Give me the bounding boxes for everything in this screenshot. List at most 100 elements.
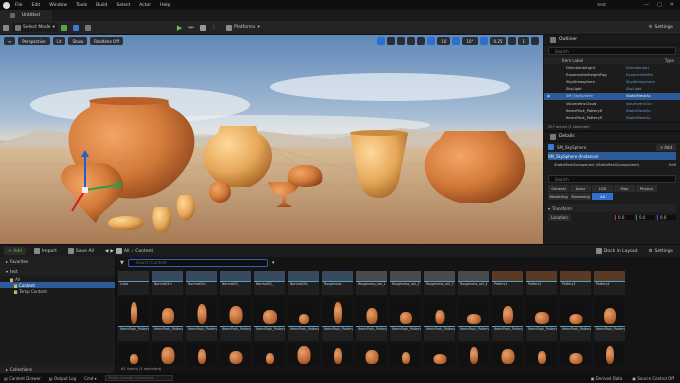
viewport-options-button[interactable]: ≡ <box>4 37 16 45</box>
asset-tile-static-mesh[interactable]: ItemsPack_Pottery13 <box>526 297 557 341</box>
cb-settings-button[interactable]: ⚙ Settings <box>645 247 676 256</box>
location-y-field[interactable]: 0.0 <box>636 214 655 220</box>
asset-tile-texture[interactable]: Pottery2 <box>526 271 557 295</box>
col-type[interactable]: Type <box>665 58 674 63</box>
pottery-small-round[interactable] <box>209 181 231 203</box>
close-button[interactable]: ✕ <box>670 2 674 8</box>
asset-tile-static-mesh[interactable] <box>186 343 217 366</box>
outliner-row[interactable]: SkyLight SkyLight <box>544 86 680 93</box>
rotation-snap-icon[interactable] <box>452 37 461 45</box>
asset-tile-texture[interactable]: Cube <box>118 271 149 295</box>
add-button[interactable]: + Add <box>4 247 26 255</box>
asset-tile-static-mesh[interactable]: ItemsPack_Pottery14 <box>560 297 591 341</box>
level-viewport[interactable]: ≡ Perspective Lit Show Realtime Off 10 1… <box>0 35 543 244</box>
camera-speed-icon[interactable] <box>508 37 517 45</box>
select-tool-icon[interactable] <box>377 37 386 45</box>
asset-tile-texture[interactable]: Roughness_roll_1 <box>356 271 387 295</box>
rotation-snap-value[interactable]: 10° <box>462 37 478 45</box>
cinematics-icon[interactable] <box>82 23 94 32</box>
component-row[interactable]: StaticMeshComponent (StaticMeshComponent… <box>548 161 676 169</box>
location-x-field[interactable]: 0.0 <box>615 214 634 220</box>
asset-tile-static-mesh[interactable] <box>254 343 285 366</box>
menu-select[interactable]: Select <box>116 3 130 8</box>
save-all-button[interactable]: Save All <box>65 247 97 256</box>
asset-tile-texture[interactable]: Normal03_ <box>254 271 285 295</box>
asset-tile-static-mesh[interactable] <box>560 343 591 366</box>
pottery-round-jar[interactable] <box>424 131 526 203</box>
transform-section[interactable]: ▾ Transform <box>548 204 676 212</box>
asset-tile-static-mesh[interactable]: ItemsPack_Pottery4 <box>220 297 251 341</box>
menu-help[interactable]: Help <box>160 3 170 8</box>
platforms-dropdown[interactable]: Platforms ▾ <box>223 23 263 32</box>
filter-dropdown-icon[interactable]: ▾ <box>272 260 275 266</box>
breadcrumb-all[interactable]: All <box>124 249 130 254</box>
rotate-tool-icon[interactable] <box>397 37 406 45</box>
perspective-button[interactable]: Perspective <box>18 37 50 45</box>
asset-tile-static-mesh[interactable] <box>288 343 319 366</box>
asset-tile-static-mesh[interactable] <box>458 343 489 366</box>
location-z-field[interactable]: 0.0 <box>657 214 676 220</box>
asset-tile-static-mesh[interactable] <box>118 343 149 366</box>
asset-tile-static-mesh[interactable]: ItemsPack_Pottery6 <box>288 297 319 341</box>
add-component-button[interactable]: + Add <box>655 143 676 151</box>
asset-tile-static-mesh[interactable] <box>220 343 251 366</box>
component-instance-row[interactable]: SM_SkySphere (Instance) <box>548 152 676 160</box>
asset-tile-static-mesh[interactable]: ItemsPack_Pottery8 <box>356 297 387 341</box>
asset-tile-static-mesh[interactable] <box>526 343 557 366</box>
col-item-label[interactable]: Item Label <box>562 58 583 63</box>
pottery-small-bowl[interactable] <box>108 216 144 230</box>
asset-tile-static-mesh[interactable] <box>424 343 455 366</box>
mode-select-dropdown[interactable]: Select Mode ▾ <box>12 23 58 32</box>
favorites-section[interactable]: ▸ Favorites <box>0 257 115 266</box>
asset-search-input[interactable]: Search Content <box>127 258 268 267</box>
scale-tool-icon[interactable] <box>407 37 416 45</box>
asset-tile-static-mesh[interactable] <box>492 343 523 366</box>
cat-actor[interactable]: Actor <box>570 185 591 192</box>
asset-tile-static-mesh[interactable] <box>390 343 421 366</box>
console-command-input[interactable]: Enter Console Command <box>104 375 173 381</box>
grid-snap-icon[interactable] <box>427 37 436 45</box>
asset-tile-static-mesh[interactable] <box>152 343 183 366</box>
asset-tile-texture[interactable]: Roughness <box>322 271 353 295</box>
tab-untitled[interactable]: Untitled <box>0 10 52 21</box>
asset-tile-static-mesh[interactable] <box>594 343 625 366</box>
more-play-options-icon[interactable]: ⋮ <box>209 23 220 32</box>
minimize-button[interactable]: — <box>644 2 649 8</box>
menu-tools[interactable]: Tools <box>76 3 87 8</box>
menu-edit[interactable]: Edit <box>32 3 41 8</box>
maximize-viewport-icon[interactable] <box>531 37 539 45</box>
cat-rendering[interactable]: Rendering <box>548 193 569 200</box>
asset-tile-static-mesh[interactable] <box>356 343 387 366</box>
blueprint-icon[interactable] <box>70 23 82 32</box>
outliner-row-selected[interactable]: ◉ SM_SkySphere StaticMeshAc <box>544 92 680 100</box>
location-label[interactable]: Location <box>548 213 571 221</box>
quick-add-icon[interactable] <box>58 23 70 32</box>
play-button[interactable]: ▶ <box>174 23 185 32</box>
realtime-button[interactable]: Realtime Off <box>90 37 124 45</box>
source-control-button[interactable]: ▣ Source Control Off <box>632 376 674 381</box>
outliner-row[interactable]: DirectionalLight DirectionalLi <box>544 64 680 71</box>
details-search-input[interactable]: Search <box>548 175 676 183</box>
edit-button[interactable]: Edit <box>669 163 676 167</box>
outliner-row[interactable]: SkyAtmosphere SkyAtmosphere <box>544 78 680 85</box>
menu-file[interactable]: File <box>15 3 23 8</box>
show-button[interactable]: Show <box>68 37 88 45</box>
asset-tile-static-mesh[interactable]: ItemsPack_Pottery10 <box>424 297 455 341</box>
asset-tile-static-mesh[interactable]: ItemsPack_Pottery9 <box>390 297 421 341</box>
import-button[interactable]: Import <box>31 247 60 256</box>
outliner-row[interactable]: ExponentialHeightFog ExponentialHe <box>544 71 680 78</box>
asset-tile-static-mesh[interactable]: ItemsPack_Pottery5 <box>254 297 285 341</box>
cat-streaming[interactable]: Streaming <box>570 193 591 200</box>
eye-icon[interactable]: ◉ <box>547 94 550 98</box>
asset-tile-static-mesh[interactable] <box>322 343 353 366</box>
asset-tile-static-mesh[interactable]: ItemsPack_Pottery11 <box>458 297 489 341</box>
outliner-row[interactable]: ItemsPack_Pottery9 StaticMeshAc <box>544 114 680 121</box>
menu-window[interactable]: Window <box>49 3 67 8</box>
camera-speed-value[interactable]: 1 <box>518 37 529 45</box>
asset-tile-static-mesh[interactable]: ItemsPack_Pottery1 <box>118 297 149 341</box>
menu-actor[interactable]: Actor <box>139 3 151 8</box>
asset-tile-texture[interactable]: Normal02h <box>186 271 217 295</box>
back-icon[interactable]: ◀ <box>105 249 108 254</box>
settings-button[interactable]: ⚙ Settings <box>645 23 676 32</box>
filter-icon[interactable]: ▼ <box>120 260 124 266</box>
